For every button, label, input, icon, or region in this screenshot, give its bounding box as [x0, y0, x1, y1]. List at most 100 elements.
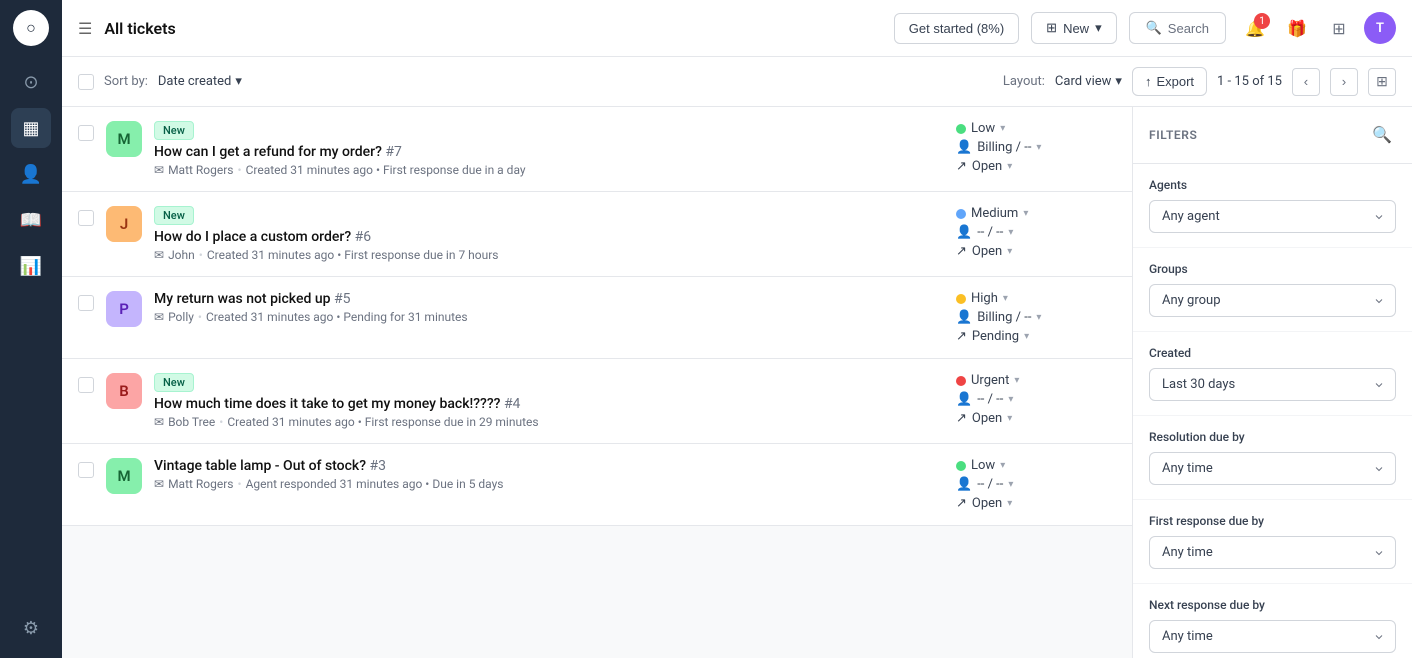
chevron-down-icon: ▾ [1007, 246, 1012, 257]
layout-value-text: Card view [1055, 74, 1112, 89]
nav-kb-icon[interactable]: 📖 [11, 200, 51, 240]
ticket-priority[interactable]: Low ▾ [956, 121, 1005, 136]
filter-select-first_response_due[interactable]: Any time [1149, 536, 1396, 569]
sort-dropdown[interactable]: Date created ▾ [158, 74, 242, 89]
pagination-info: 1 - 15 of 15 [1217, 74, 1282, 89]
grid-view-button[interactable]: ⊞ [1368, 68, 1396, 96]
ticket-status[interactable]: ↗ Pending ▾ [956, 329, 1029, 344]
next-page-button[interactable]: › [1330, 68, 1358, 96]
priority-dot [956, 461, 966, 471]
ticket-status[interactable]: ↗ Open ▾ [956, 411, 1012, 426]
ticket-meta: ✉ John • Created 31 minutes ago • First … [154, 248, 944, 262]
assignee-icon: 👤 [956, 477, 972, 492]
filter-section-agents: Agents Any agent [1133, 164, 1412, 248]
get-started-button[interactable]: Get started (8%) [894, 13, 1019, 44]
nav-tickets-icon[interactable]: ▦ [11, 108, 51, 148]
ticket-right: Medium ▾ 👤 -- / -- ▾ ↗ Open ▾ [956, 206, 1116, 259]
chevron-down-icon: ▾ [1023, 208, 1028, 219]
ticket-card[interactable]: P My return was not picked up #5 ✉ Polly… [62, 277, 1132, 359]
ticket-checkbox[interactable] [78, 210, 94, 226]
nav-reports-icon[interactable]: 📊 [11, 246, 51, 286]
ticket-avatar: M [106, 121, 142, 157]
ticket-card[interactable]: J New How do I place a custom order? #6 … [62, 192, 1132, 277]
search-button[interactable]: 🔍 Search [1129, 12, 1226, 44]
ticket-avatar: P [106, 291, 142, 327]
nav-settings-icon[interactable]: ⚙ [11, 608, 51, 648]
filter-select-created[interactable]: Any timeLast 30 daysLast 7 daysToday [1149, 368, 1396, 401]
export-icon: ↑ [1145, 74, 1152, 89]
ticket-timestamp: Created 31 minutes ago • Pending for 31 … [206, 310, 468, 324]
ticket-status[interactable]: ↗ Open ▾ [956, 244, 1012, 259]
ticket-card[interactable]: M Vintage table lamp - Out of stock? #3 … [62, 444, 1132, 526]
filter-search-button[interactable]: 🔍 [1368, 121, 1396, 149]
avatar[interactable]: T [1364, 12, 1396, 44]
filter-section-resolution_due: Resolution due by Any time [1133, 416, 1412, 500]
select-all-checkbox[interactable] [78, 74, 94, 90]
sort-chevron-icon: ▾ [235, 74, 242, 89]
filters-title: FILTERS [1149, 128, 1197, 142]
layout-label: Layout: [1003, 74, 1045, 89]
priority-label: Low [971, 458, 995, 473]
notifications-button[interactable]: 🔔 1 [1238, 11, 1272, 45]
assignee-icon: 👤 [956, 310, 972, 325]
main-area: ☰ All tickets Get started (8%) ⊞ New ▾ 🔍… [62, 0, 1412, 658]
ticket-right: Low ▾ 👤 -- / -- ▾ ↗ Open ▾ [956, 458, 1116, 511]
envelope-icon: ✉ [154, 477, 164, 491]
ticket-checkbox[interactable] [78, 377, 94, 393]
nav-home-icon[interactable]: ⊙ [11, 62, 51, 102]
ticket-checkbox[interactable] [78, 462, 94, 478]
ticket-priority[interactable]: Urgent ▾ [956, 373, 1019, 388]
filter-select-resolution_due[interactable]: Any time [1149, 452, 1396, 485]
content-area: M New How can I get a refund for my orde… [62, 107, 1412, 658]
ticket-body: New How can I get a refund for my order?… [154, 121, 944, 177]
ticket-priority[interactable]: High ▾ [956, 291, 1008, 306]
status-label: Open [972, 411, 1002, 426]
ticket-card[interactable]: B New How much time does it take to get … [62, 359, 1132, 444]
prev-page-button[interactable]: ‹ [1292, 68, 1320, 96]
menu-icon[interactable]: ☰ [78, 19, 92, 38]
ticket-priority[interactable]: Medium ▾ [956, 206, 1028, 221]
ticket-status[interactable]: ↗ Open ▾ [956, 496, 1012, 511]
new-button[interactable]: ⊞ New ▾ [1031, 12, 1116, 44]
ticket-assignee[interactable]: 👤 -- / -- ▾ [956, 477, 1013, 492]
filter-select-next_response_due[interactable]: Any time [1149, 620, 1396, 653]
gift-button[interactable]: 🎁 [1280, 11, 1314, 45]
ticket-assignee[interactable]: 👤 Billing / -- ▾ [956, 140, 1041, 155]
new-icon: ⊞ [1046, 20, 1057, 36]
layout-dropdown[interactable]: Card view ▾ [1055, 74, 1122, 89]
assignee-icon: 👤 [956, 140, 972, 155]
ticket-assignee[interactable]: 👤 Billing / -- ▾ [956, 310, 1041, 325]
ticket-status[interactable]: ↗ Open ▾ [956, 159, 1012, 174]
filter-section-first_response_due: First response due by Any time [1133, 500, 1412, 584]
ticket-body: New How do I place a custom order? #6 ✉ … [154, 206, 944, 262]
filter-select-groups[interactable]: Any group [1149, 284, 1396, 317]
ticket-right: Urgent ▾ 👤 -- / -- ▾ ↗ Open ▾ [956, 373, 1116, 426]
ticket-tag: New [154, 373, 194, 392]
ticket-number: #6 [355, 229, 372, 245]
ticket-right: High ▾ 👤 Billing / -- ▾ ↗ Pending ▾ [956, 291, 1116, 344]
status-icon: ↗ [956, 496, 967, 511]
chevron-down-icon: ▾ [1007, 161, 1012, 172]
filter-section-groups: Groups Any group [1133, 248, 1412, 332]
export-button[interactable]: ↑ Export [1132, 67, 1207, 96]
ticket-timestamp: Agent responded 31 minutes ago • Due in … [246, 477, 504, 491]
ticket-assignee[interactable]: 👤 -- / -- ▾ [956, 225, 1013, 240]
widget-button[interactable]: ⊞ [1322, 11, 1356, 45]
ticket-checkbox[interactable] [78, 125, 94, 141]
ticket-timestamp: Created 31 minutes ago • First response … [227, 415, 538, 429]
ticket-body: Vintage table lamp - Out of stock? #3 ✉ … [154, 458, 944, 491]
app-logo[interactable]: ○ [13, 10, 49, 46]
ticket-priority[interactable]: Low ▾ [956, 458, 1005, 473]
export-label: Export [1156, 74, 1194, 89]
nav-contacts-icon[interactable]: 👤 [11, 154, 51, 194]
ticket-checkbox[interactable] [78, 295, 94, 311]
status-label: Open [972, 159, 1002, 174]
ticket-assignee[interactable]: 👤 -- / -- ▾ [956, 392, 1013, 407]
assignee-label: -- / -- [977, 477, 1003, 492]
ticket-body: My return was not picked up #5 ✉ Polly •… [154, 291, 944, 324]
ticket-card[interactable]: M New How can I get a refund for my orde… [62, 107, 1132, 192]
ticket-subject: How can I get a refund for my order? #7 [154, 144, 944, 160]
chevron-down-icon: ▾ [1007, 413, 1012, 424]
priority-dot [956, 376, 966, 386]
filter-select-agents[interactable]: Any agent [1149, 200, 1396, 233]
